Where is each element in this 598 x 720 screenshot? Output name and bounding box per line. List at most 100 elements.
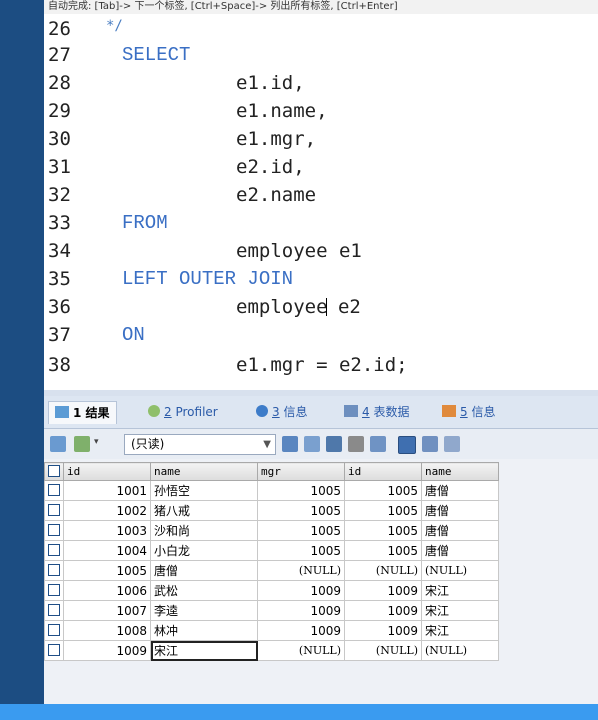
cell-id-2[interactable]: (NULL): [344, 640, 422, 661]
cell-name-2[interactable]: 唐僧: [421, 480, 499, 501]
cell-mgr[interactable]: (NULL): [257, 640, 345, 661]
tab-profiler[interactable]: 2 Profiler: [148, 401, 218, 423]
column-header-id-2[interactable]: id: [344, 462, 422, 481]
view-mode-icon[interactable]: [74, 436, 90, 452]
cell-id-2[interactable]: (NULL): [344, 560, 422, 581]
cell-mgr[interactable]: 1005: [257, 540, 345, 561]
table-row[interactable]: 1009 宋江 (NULL) (NULL) (NULL): [44, 640, 499, 661]
cell-id[interactable]: 1002: [63, 500, 151, 521]
cell-id-2[interactable]: 1009: [344, 620, 422, 641]
table-row[interactable]: 1006 武松 1009 1009 宋江: [44, 580, 499, 601]
cell-mgr[interactable]: 1005: [257, 480, 345, 501]
cell-mgr[interactable]: 1009: [257, 620, 345, 641]
cell-name[interactable]: 沙和尚: [150, 520, 258, 541]
cell-id[interactable]: 1006: [63, 580, 151, 601]
cell-mgr[interactable]: 1009: [257, 580, 345, 601]
code-line-36[interactable]: 36 employee e2: [44, 296, 598, 322]
code-line-37[interactable]: 37 ON: [44, 324, 598, 350]
refresh-icon[interactable]: [282, 436, 298, 452]
delete-icon[interactable]: [348, 436, 364, 452]
cell-id[interactable]: 1001: [63, 480, 151, 501]
cell-name[interactable]: 唐僧: [150, 560, 258, 581]
cell-mgr[interactable]: 1005: [257, 500, 345, 521]
table-row[interactable]: 1002 猪八戒 1005 1005 唐僧: [44, 500, 499, 521]
cell-name[interactable]: 武松: [150, 580, 258, 601]
code-line-31[interactable]: 31 e2.id,: [44, 156, 598, 182]
cell-id[interactable]: 1009: [63, 640, 151, 661]
cell-mgr[interactable]: (NULL): [257, 560, 345, 581]
cell-name-2[interactable]: 宋江: [421, 620, 499, 641]
row-checkbox[interactable]: [44, 500, 64, 521]
row-checkbox[interactable]: [44, 480, 64, 501]
result-grid[interactable]: id name mgr id name 1001 孙悟空 1005 1005 唐…: [44, 462, 564, 661]
table-row[interactable]: 1005 唐僧 (NULL) (NULL) (NULL): [44, 560, 499, 581]
row-checkbox[interactable]: [44, 620, 64, 641]
cell-id[interactable]: 1005: [63, 560, 151, 581]
cell-id-2[interactable]: 1005: [344, 520, 422, 541]
cell-id[interactable]: 1003: [63, 520, 151, 541]
chevron-down-icon[interactable]: ▾: [94, 437, 99, 447]
code-line-29[interactable]: 29 e1.name,: [44, 100, 598, 126]
cell-name-2[interactable]: 宋江: [421, 580, 499, 601]
code-line-38[interactable]: 38 e1.mgr = e2.id;: [44, 354, 598, 380]
code-line-35[interactable]: 35 LEFT OUTER JOIN: [44, 268, 598, 294]
cell-name-2[interactable]: 唐僧: [421, 520, 499, 541]
sql-editor[interactable]: 26 */ 27 SELECT 28 e1.id, 29 e1.name, 30…: [44, 14, 598, 390]
export-icon[interactable]: [50, 436, 66, 452]
cell-name[interactable]: 小白龙: [150, 540, 258, 561]
cell-name-2[interactable]: (NULL): [421, 560, 499, 581]
cell-id-2[interactable]: 1009: [344, 600, 422, 621]
cell-name[interactable]: 林冲: [150, 620, 258, 641]
row-checkbox[interactable]: [44, 580, 64, 601]
row-checkbox[interactable]: [44, 560, 64, 581]
code-line-33[interactable]: 33 FROM: [44, 212, 598, 238]
cell-name-2[interactable]: 唐僧: [421, 540, 499, 561]
table-row[interactable]: 1007 李逵 1009 1009 宋江: [44, 600, 499, 621]
cell-name-2[interactable]: (NULL): [421, 640, 499, 661]
cell-name-2[interactable]: 宋江: [421, 600, 499, 621]
code-line-28[interactable]: 28 e1.id,: [44, 72, 598, 98]
table-row[interactable]: 1001 孙悟空 1005 1005 唐僧: [44, 480, 499, 501]
code-line-27[interactable]: 27 SELECT: [44, 44, 598, 70]
cell-mgr[interactable]: 1005: [257, 520, 345, 541]
cancel-icon[interactable]: [370, 436, 386, 452]
table-row[interactable]: 1003 沙和尚 1005 1005 唐僧: [44, 520, 499, 541]
tab-info[interactable]: 3 信息: [256, 401, 307, 423]
select-all-checkbox[interactable]: [44, 462, 64, 481]
column-header-mgr[interactable]: mgr: [257, 462, 345, 481]
cell-name[interactable]: 孙悟空: [150, 480, 258, 501]
code-line-26[interactable]: 26 */: [44, 18, 598, 44]
cell-name-selected[interactable]: 宋江: [150, 640, 258, 661]
row-checkbox[interactable]: [44, 520, 64, 541]
form-view-icon[interactable]: [422, 436, 438, 452]
cell-id[interactable]: 1008: [63, 620, 151, 641]
code-line-34[interactable]: 34 employee e1: [44, 240, 598, 266]
column-header-name[interactable]: name: [150, 462, 258, 481]
cell-id[interactable]: 1007: [63, 600, 151, 621]
cell-id[interactable]: 1004: [63, 540, 151, 561]
tab-table-data[interactable]: 4 表数据: [344, 401, 409, 423]
cell-mgr[interactable]: 1009: [257, 600, 345, 621]
row-checkbox[interactable]: [44, 600, 64, 621]
cell-id-2[interactable]: 1005: [344, 480, 422, 501]
cell-id-2[interactable]: 1005: [344, 500, 422, 521]
cell-id-2[interactable]: 1009: [344, 580, 422, 601]
grid-view-icon[interactable]: [398, 436, 416, 454]
cell-name-2[interactable]: 唐僧: [421, 500, 499, 521]
row-checkbox[interactable]: [44, 640, 64, 661]
column-header-id[interactable]: id: [63, 462, 151, 481]
column-header-name-2[interactable]: name: [421, 462, 499, 481]
save-icon[interactable]: [326, 436, 342, 452]
cell-name[interactable]: 李逵: [150, 600, 258, 621]
readonly-select[interactable]: (只读) ▼: [124, 434, 276, 455]
cell-id-2[interactable]: 1005: [344, 540, 422, 561]
row-checkbox[interactable]: [44, 540, 64, 561]
cell-name[interactable]: 猪八戒: [150, 500, 258, 521]
tab-results[interactable]: 1 结果: [48, 401, 117, 424]
code-line-30[interactable]: 30 e1.mgr,: [44, 128, 598, 154]
code-line-32[interactable]: 32 e2.name: [44, 184, 598, 210]
table-row[interactable]: 1004 小白龙 1005 1005 唐僧: [44, 540, 499, 561]
table-row[interactable]: 1008 林冲 1009 1009 宋江: [44, 620, 499, 641]
tab-info-2[interactable]: 5 信息: [442, 401, 495, 423]
text-view-icon[interactable]: [444, 436, 460, 452]
